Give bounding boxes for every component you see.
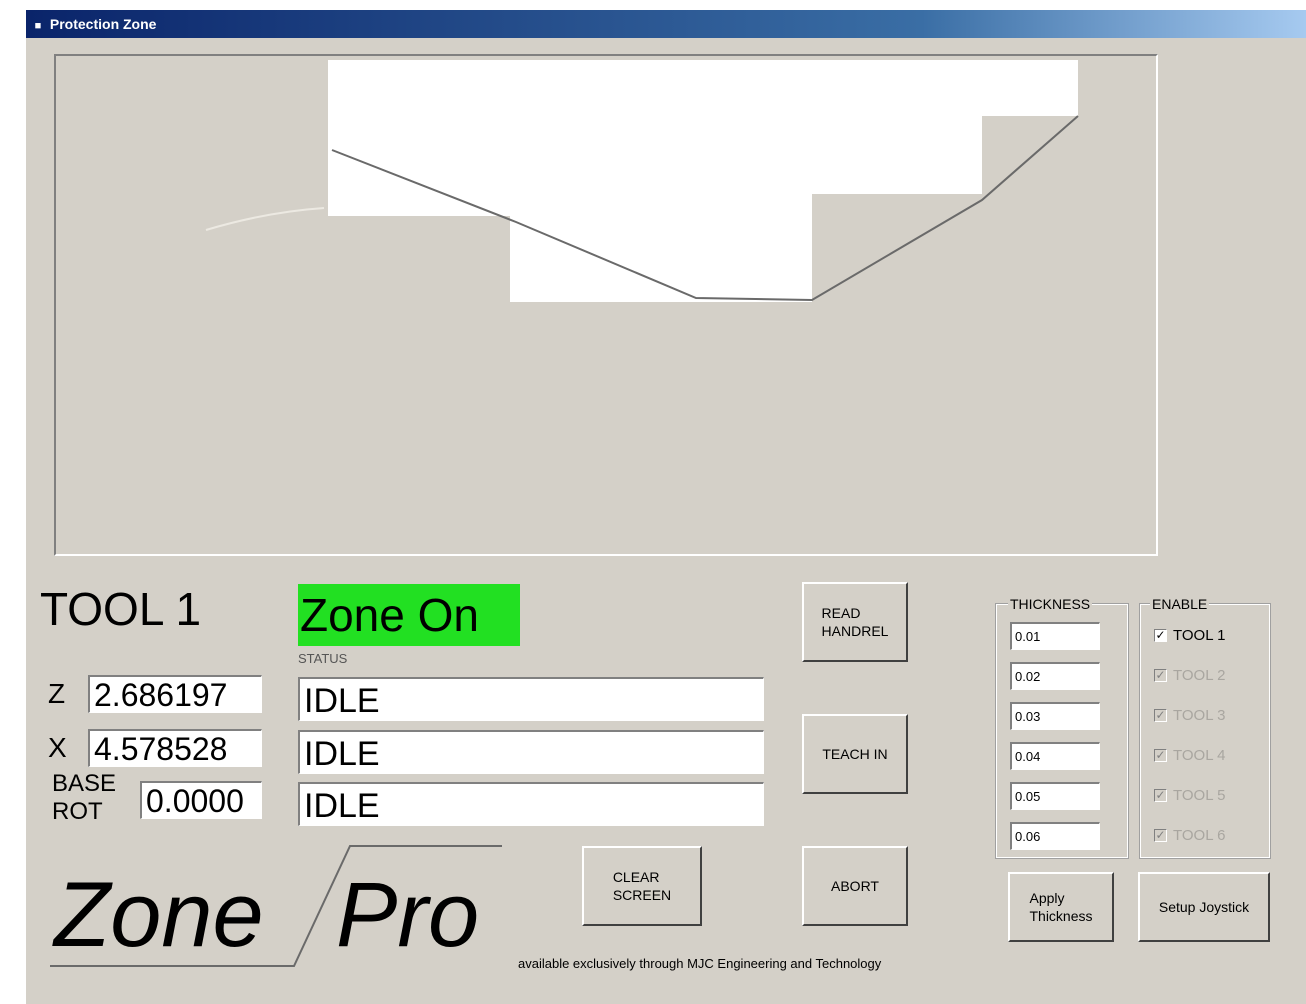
thickness-input-3[interactable]: 0.03 xyxy=(1010,702,1100,730)
checkmark-icon: ✓ xyxy=(1154,627,1167,642)
checkmark-icon: ✓ xyxy=(1154,747,1167,762)
status-field-1: IDLE xyxy=(298,677,764,721)
thickness-input-4[interactable]: 0.04 xyxy=(1010,742,1100,770)
checkmark-icon: ✓ xyxy=(1154,787,1167,802)
read-handrel-label: READ HANDREL xyxy=(821,605,889,639)
tool-label: TOOL 1 xyxy=(40,583,202,635)
thickness-input-5[interactable]: 0.05 xyxy=(1010,782,1100,810)
zone-profile-drawing xyxy=(205,60,1079,302)
footer-text: available exclusively through MJC Engine… xyxy=(518,956,882,971)
abort-label: ABORT xyxy=(831,878,879,894)
x-coordinate-field[interactable]: 4.578528 xyxy=(88,729,262,767)
enable-tool4-label: TOOL 4 xyxy=(1173,746,1226,764)
zone-canvas[interactable] xyxy=(54,54,1158,556)
enable-title: ENABLE xyxy=(1150,596,1210,612)
thickness-input-6[interactable]: 0.06 xyxy=(1010,822,1100,850)
enable-tool5-checkbox[interactable]: ✓ TOOL 5 xyxy=(1154,784,1226,806)
base-rot-label: BASE ROT xyxy=(52,770,117,825)
logo-word-pro: Pro xyxy=(336,864,479,966)
enable-tool3-checkbox[interactable]: ✓ TOOL 3 xyxy=(1154,704,1226,726)
protection-zone-region xyxy=(328,60,1078,302)
zone-status-indicator: Zone On xyxy=(298,584,520,646)
enable-tool6-checkbox[interactable]: ✓ TOOL 6 xyxy=(1154,824,1226,846)
clear-screen-label: CLEAR SCREEN xyxy=(612,869,672,903)
title-bar[interactable]: ■ Protection Zone xyxy=(26,10,1306,38)
thickness-input-1[interactable]: 0.01 xyxy=(1010,622,1100,650)
checkmark-icon: ✓ xyxy=(1154,827,1167,842)
enable-tool3-label: TOOL 3 xyxy=(1173,706,1226,724)
base-rot-field[interactable]: 0.0000 xyxy=(140,781,262,819)
setup-joystick-button[interactable]: Setup Joystick xyxy=(1138,872,1270,942)
status-caption: STATUS xyxy=(298,651,348,666)
checkmark-icon: ✓ xyxy=(1154,667,1167,682)
window-title: Protection Zone xyxy=(49,16,157,32)
apply-thickness-button[interactable]: Apply Thickness xyxy=(1008,872,1114,942)
status-field-2: IDLE xyxy=(298,730,764,774)
thickness-title: THICKNESS xyxy=(1008,596,1093,612)
enable-tool2-label: TOOL 2 xyxy=(1173,666,1226,684)
clear-screen-button[interactable]: CLEAR SCREEN xyxy=(582,846,702,926)
enable-tool2-checkbox[interactable]: ✓ TOOL 2 xyxy=(1154,664,1226,686)
logo-word-zone: Zone xyxy=(52,864,264,966)
checkmark-icon: ✓ xyxy=(1154,707,1167,722)
z-axis-label: Z xyxy=(48,678,66,709)
x-axis-label: X xyxy=(48,732,67,763)
thickness-input-2[interactable]: 0.02 xyxy=(1010,662,1100,690)
read-handrel-button[interactable]: READ HANDREL xyxy=(802,582,908,662)
protection-zone-window: ■ Protection Zone TOOL 1 Zone On STATUS … xyxy=(26,10,1306,1004)
setup-joystick-label: Setup Joystick xyxy=(1158,899,1250,915)
apply-thickness-label: Apply Thickness xyxy=(1029,890,1093,924)
ghost-arc xyxy=(205,207,325,231)
enable-tool1-checkbox[interactable]: ✓ TOOL 1 xyxy=(1154,624,1226,646)
zonepro-logo: Zone Pro xyxy=(50,845,502,967)
status-field-3: IDLE xyxy=(298,782,764,826)
enable-tool5-label: TOOL 5 xyxy=(1173,786,1226,804)
enable-tool4-checkbox[interactable]: ✓ TOOL 4 xyxy=(1154,744,1226,766)
teach-in-label: TEACH IN xyxy=(822,746,888,762)
enable-tool1-label: TOOL 1 xyxy=(1173,626,1226,644)
teach-in-button[interactable]: TEACH IN xyxy=(802,714,908,794)
abort-button[interactable]: ABORT xyxy=(802,846,908,926)
enable-tool6-label: TOOL 6 xyxy=(1173,826,1226,844)
app-icon: ■ xyxy=(34,20,42,32)
z-coordinate-field[interactable]: 2.686197 xyxy=(88,675,262,713)
